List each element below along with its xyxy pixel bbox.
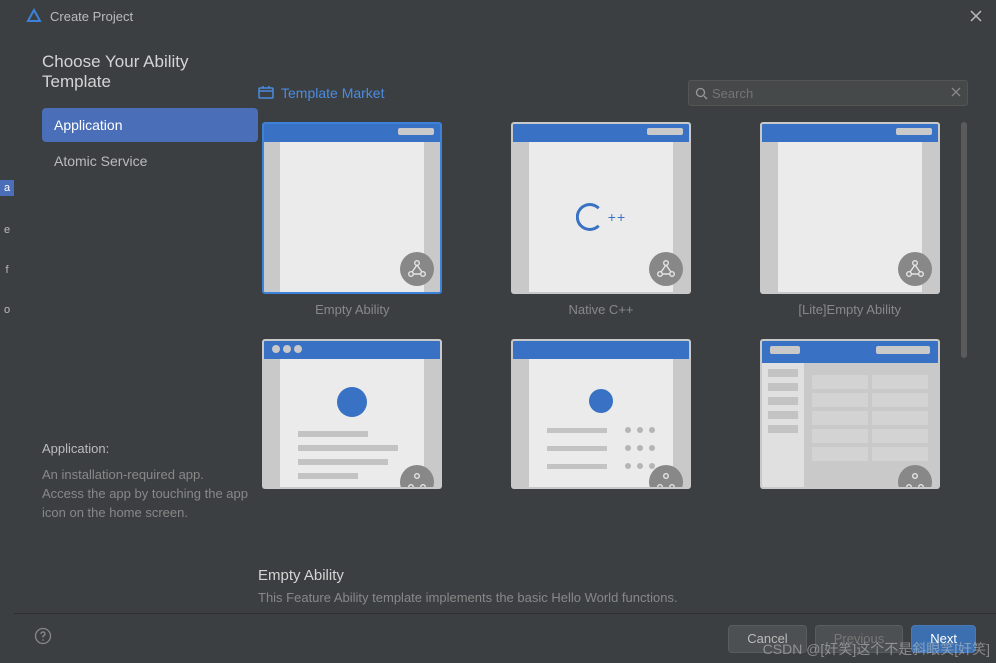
dialog-content: Choose Your Ability Template Application… <box>14 32 996 613</box>
strip-item: e <box>4 224 10 236</box>
window-title: Create Project <box>50 9 133 24</box>
template-scrollbar[interactable] <box>960 122 968 551</box>
template-card-lite-empty-ability[interactable]: [Lite]Empty Ability <box>755 122 944 317</box>
template-thumb <box>760 339 940 489</box>
template-card-native-cpp[interactable]: ++ Native C++ <box>507 122 696 317</box>
page-heading: Choose Your Ability Template <box>42 52 258 92</box>
template-market-label: Template Market <box>281 85 384 101</box>
template-card-empty-ability[interactable]: Empty Ability <box>258 122 447 317</box>
template-label: Empty Ability <box>315 302 389 317</box>
cpp-icon: ++ <box>576 203 626 231</box>
previous-button[interactable]: Previous <box>815 625 904 653</box>
market-icon <box>258 85 274 102</box>
template-thumb: ++ <box>511 122 691 294</box>
help-button[interactable] <box>34 627 52 650</box>
device-icon <box>400 252 434 286</box>
device-icon <box>898 465 932 489</box>
titlebar: Create Project <box>14 0 996 32</box>
template-description: Empty Ability This Feature Ability templ… <box>258 567 968 613</box>
close-icon <box>970 10 982 22</box>
strip-item: a <box>0 180 14 196</box>
sidebar-info: Application: An installation-required ap… <box>42 441 258 523</box>
strip-item: o <box>4 304 10 316</box>
device-icon <box>649 252 683 286</box>
device-icon <box>898 252 932 286</box>
template-thumb <box>262 122 442 294</box>
sidebar-info-title: Application: <box>42 441 248 456</box>
app-logo-icon <box>26 8 42 24</box>
description-text: This Feature Ability template implements… <box>258 590 968 605</box>
template-thumb <box>511 339 691 489</box>
template-thumb <box>760 122 940 294</box>
search-icon <box>695 87 708 100</box>
template-card[interactable] <box>258 339 447 489</box>
cancel-button[interactable]: Cancel <box>728 625 806 653</box>
main-panel: Template Market <box>258 52 968 613</box>
template-card[interactable] <box>755 339 944 489</box>
create-project-dialog: Create Project Choose Your Ability Templ… <box>14 0 996 663</box>
sidebar-list: Application Atomic Service <box>42 108 258 180</box>
ide-left-strip: a e f o <box>0 0 14 663</box>
sidebar-info-text: An installation-required app. Access the… <box>42 466 248 523</box>
sidebar-item-application[interactable]: Application <box>42 108 258 142</box>
dialog-footer: Cancel Previous Next <box>14 613 996 663</box>
search-box[interactable] <box>688 80 968 106</box>
templates-area: Empty Ability ++ <box>258 122 968 551</box>
template-grid: Empty Ability ++ <box>258 122 960 489</box>
strip-item: f <box>5 264 8 276</box>
template-card[interactable] <box>507 339 696 489</box>
sidebar-item-atomic-service[interactable]: Atomic Service <box>42 144 258 178</box>
search-input[interactable] <box>708 86 951 101</box>
device-icon <box>649 465 683 489</box>
template-label: [Lite]Empty Ability <box>798 302 901 317</box>
device-icon <box>400 465 434 489</box>
main-toolbar: Template Market <box>258 80 968 106</box>
sidebar: Choose Your Ability Template Application… <box>42 52 258 613</box>
help-icon <box>34 627 52 645</box>
template-market-link[interactable]: Template Market <box>258 85 384 102</box>
template-thumb <box>262 339 442 489</box>
clear-search-icon[interactable] <box>951 84 961 102</box>
template-label: Native C++ <box>568 302 633 317</box>
description-title: Empty Ability <box>258 567 968 584</box>
next-button[interactable]: Next <box>911 625 976 653</box>
close-button[interactable] <box>964 7 988 28</box>
